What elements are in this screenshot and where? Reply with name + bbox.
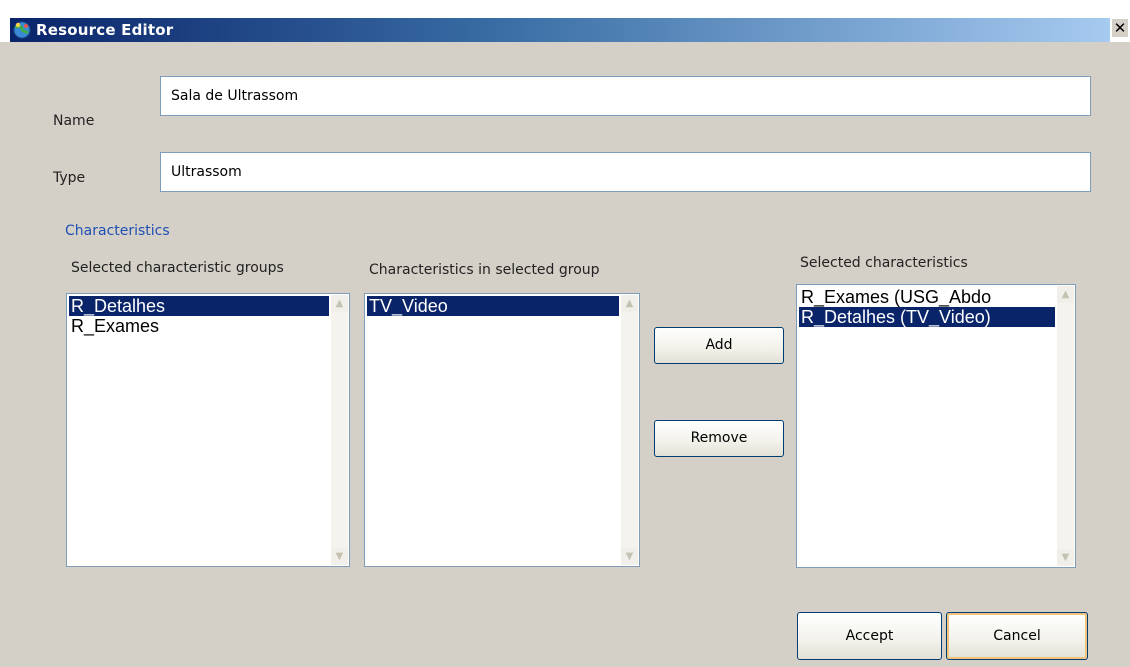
list-item[interactable]: R_Exames	[69, 316, 329, 336]
list-item[interactable]: R_Detalhes (TV_Video)	[799, 307, 1055, 327]
type-input[interactable]: Ultrassom	[160, 152, 1091, 192]
group-characteristics-items: TV_Video	[367, 296, 619, 316]
group-characteristics-listbox[interactable]: TV_Video ▲ ▼	[364, 293, 640, 567]
accept-button-label: Accept	[845, 628, 894, 644]
groups-list-header: Selected characteristic groups	[71, 260, 284, 276]
window-title: Resource Editor	[36, 21, 174, 39]
scroll-down-icon[interactable]: ▼	[621, 548, 638, 565]
cancel-button-label: Cancel	[993, 628, 1041, 644]
scroll-down-icon[interactable]: ▼	[1057, 549, 1074, 566]
list-item[interactable]: TV_Video	[367, 296, 619, 316]
scroll-up-icon[interactable]: ▲	[621, 295, 638, 312]
name-label: Name	[53, 113, 95, 129]
title-bar[interactable]: Resource Editor ✕	[0, 0, 1130, 42]
type-label: Type	[53, 170, 86, 186]
characteristic-groups-listbox[interactable]: R_Detalhes R_Exames ▲ ▼	[66, 293, 350, 567]
remove-button-label: Remove	[690, 430, 748, 446]
list-item[interactable]: R_Detalhes	[69, 296, 329, 316]
accept-button[interactable]: Accept	[797, 612, 942, 660]
characteristic-groups-items: R_Detalhes R_Exames	[69, 296, 329, 336]
selected-characteristics-items: R_Exames (USG_Abdo R_Detalhes (TV_Video)	[799, 287, 1055, 327]
close-icon: ✕	[1113, 19, 1127, 37]
characteristics-section-title: Characteristics	[65, 223, 170, 239]
selected-list-header: Selected characteristics	[800, 255, 968, 271]
cancel-button[interactable]: Cancel	[946, 612, 1088, 660]
name-input[interactable]: Sala de Ultrassom	[160, 76, 1091, 116]
close-button[interactable]: ✕	[1112, 19, 1128, 37]
scroll-up-icon[interactable]: ▲	[1057, 286, 1074, 303]
resource-editor-window: Resource Editor ✕ Name Sala de Ultrassom…	[0, 0, 1130, 667]
title-bar-gradient	[10, 18, 1110, 42]
list-item[interactable]: R_Exames (USG_Abdo	[799, 287, 1055, 307]
remove-button[interactable]: Remove	[654, 420, 784, 457]
scrollbar[interactable]: ▲ ▼	[621, 295, 638, 565]
scrollbar[interactable]: ▲ ▼	[331, 295, 348, 565]
globe-people-icon	[13, 21, 31, 39]
scroll-up-icon[interactable]: ▲	[331, 295, 348, 312]
selected-characteristics-listbox[interactable]: R_Exames (USG_Abdo R_Detalhes (TV_Video) …	[796, 284, 1076, 568]
scrollbar[interactable]: ▲ ▼	[1057, 286, 1074, 566]
in-group-list-header: Characteristics in selected group	[369, 262, 600, 278]
add-button-label: Add	[705, 337, 733, 353]
add-button[interactable]: Add	[654, 327, 784, 364]
scroll-down-icon[interactable]: ▼	[331, 548, 348, 565]
